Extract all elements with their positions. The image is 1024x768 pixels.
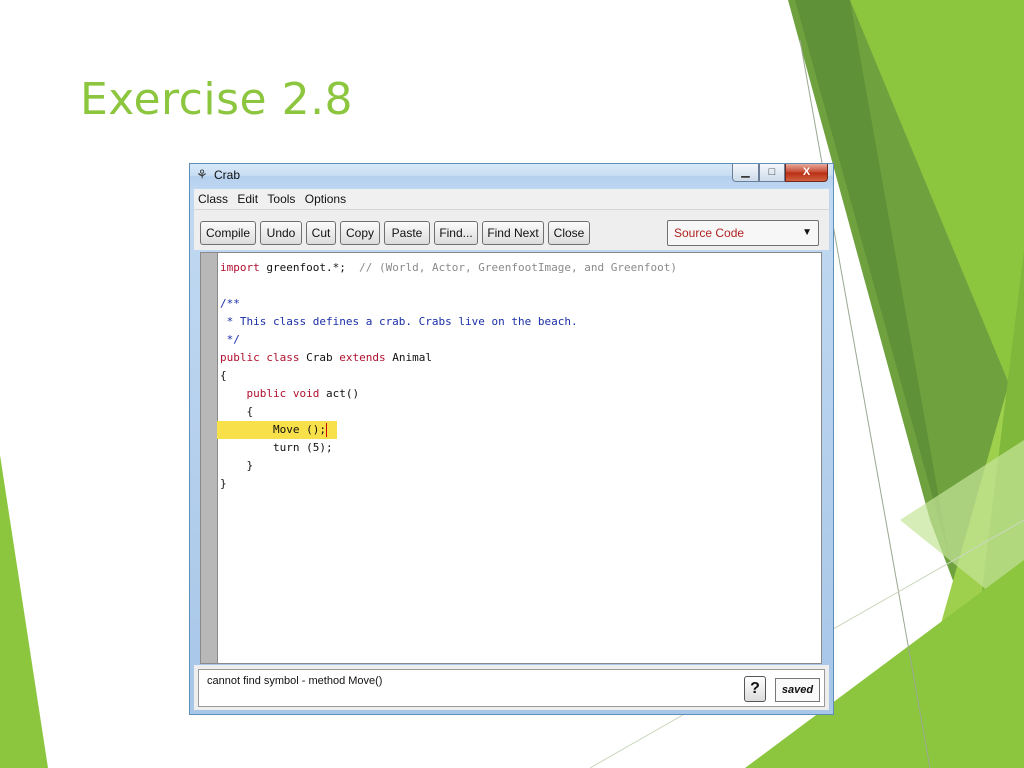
menu-edit[interactable]: Edit bbox=[237, 189, 258, 209]
undo-button[interactable]: Undo bbox=[260, 221, 302, 245]
code-token: { bbox=[220, 405, 254, 418]
code-line[interactable] bbox=[220, 277, 818, 295]
code-token: Animal bbox=[385, 351, 432, 364]
maximize-icon[interactable]: □ bbox=[759, 164, 785, 182]
help-button[interactable]: ? bbox=[744, 676, 766, 702]
status-message-box: cannot find symbol - method Move() ? sav… bbox=[198, 669, 825, 707]
menubar: Class Edit Tools Options bbox=[194, 189, 829, 210]
code-token: public bbox=[220, 351, 260, 364]
code-line[interactable]: * This class defines a crab. Crabs live … bbox=[220, 313, 818, 331]
view-mode-selected: Source Code bbox=[674, 226, 745, 240]
copy-button[interactable]: Copy bbox=[340, 221, 380, 245]
window-title: Crab bbox=[214, 168, 241, 182]
code-line[interactable]: import greenfoot.*; // (World, Actor, Gr… bbox=[220, 259, 818, 277]
code-token: act() bbox=[319, 387, 360, 400]
code-token: { bbox=[220, 369, 227, 382]
saved-indicator: saved bbox=[775, 678, 820, 702]
cut-button[interactable]: Cut bbox=[306, 221, 336, 245]
greenfoot-icon: ⚘ bbox=[196, 167, 208, 182]
source-code[interactable]: import greenfoot.*; // (World, Actor, Gr… bbox=[217, 259, 818, 493]
code-token: } bbox=[220, 477, 227, 490]
menu-options[interactable]: Options bbox=[305, 189, 346, 209]
code-token: */ bbox=[220, 333, 240, 346]
code-line[interactable]: } bbox=[220, 457, 818, 475]
code-line[interactable]: { bbox=[220, 367, 818, 385]
code-token: class bbox=[266, 351, 300, 364]
code-line[interactable]: { bbox=[220, 403, 818, 421]
find-button[interactable]: Find... bbox=[434, 221, 478, 245]
chevron-down-icon: ▼ bbox=[802, 227, 812, 238]
crab-editor-window: ⚘ Crab ▁ □ X Class Edit Tools Options Co… bbox=[189, 163, 834, 715]
code-token: void bbox=[292, 387, 320, 400]
text-caret bbox=[325, 423, 327, 437]
menu-class[interactable]: Class bbox=[198, 189, 228, 209]
minimize-icon[interactable]: ▁ bbox=[732, 164, 759, 182]
compiler-error-message: cannot find symbol - method Move() bbox=[207, 675, 383, 687]
view-mode-select[interactable]: Source Code ▼ bbox=[667, 220, 819, 246]
code-token: turn (5); bbox=[220, 441, 333, 454]
code-line[interactable]: /** bbox=[220, 295, 818, 313]
compile-button[interactable]: Compile bbox=[200, 221, 256, 245]
code-token: Move (); bbox=[220, 423, 326, 436]
code-token: * This class defines a crab. Crabs live … bbox=[220, 315, 578, 328]
code-line[interactable]: } bbox=[220, 475, 818, 493]
code-line[interactable]: */ bbox=[220, 331, 818, 349]
close-button[interactable]: Close bbox=[548, 221, 590, 245]
editor-toolbar: Compile Undo Cut Copy Paste Find... Find… bbox=[194, 210, 829, 250]
find-next-button[interactable]: Find Next bbox=[482, 221, 544, 245]
code-line[interactable]: turn (5); bbox=[220, 439, 818, 457]
status-bar: cannot find symbol - method Move() ? sav… bbox=[194, 665, 829, 710]
code-line-error[interactable]: Move (); bbox=[217, 421, 337, 439]
code-token: Crab bbox=[299, 351, 340, 364]
code-token: public bbox=[246, 387, 287, 400]
close-icon[interactable]: X bbox=[785, 164, 828, 182]
code-token: greenfoot.*; bbox=[259, 261, 360, 274]
code-token: extends bbox=[339, 351, 386, 364]
code-token: /** bbox=[220, 297, 240, 310]
window-titlebar[interactable]: ⚘ Crab ▁ □ X bbox=[190, 164, 833, 188]
code-token: // (World, Actor, GreenfootImage, and Gr… bbox=[359, 261, 677, 274]
menu-tools[interactable]: Tools bbox=[267, 189, 295, 209]
code-line[interactable]: public class Crab extends Animal bbox=[220, 349, 818, 367]
code-editor[interactable]: import greenfoot.*; // (World, Actor, Gr… bbox=[200, 252, 822, 664]
code-token: } bbox=[220, 459, 254, 472]
line-gutter bbox=[201, 253, 218, 663]
slide-title: Exercise 2.8 bbox=[80, 74, 354, 125]
code-line[interactable]: public void act() bbox=[220, 385, 818, 403]
code-token: import bbox=[220, 261, 260, 274]
paste-button[interactable]: Paste bbox=[384, 221, 430, 245]
